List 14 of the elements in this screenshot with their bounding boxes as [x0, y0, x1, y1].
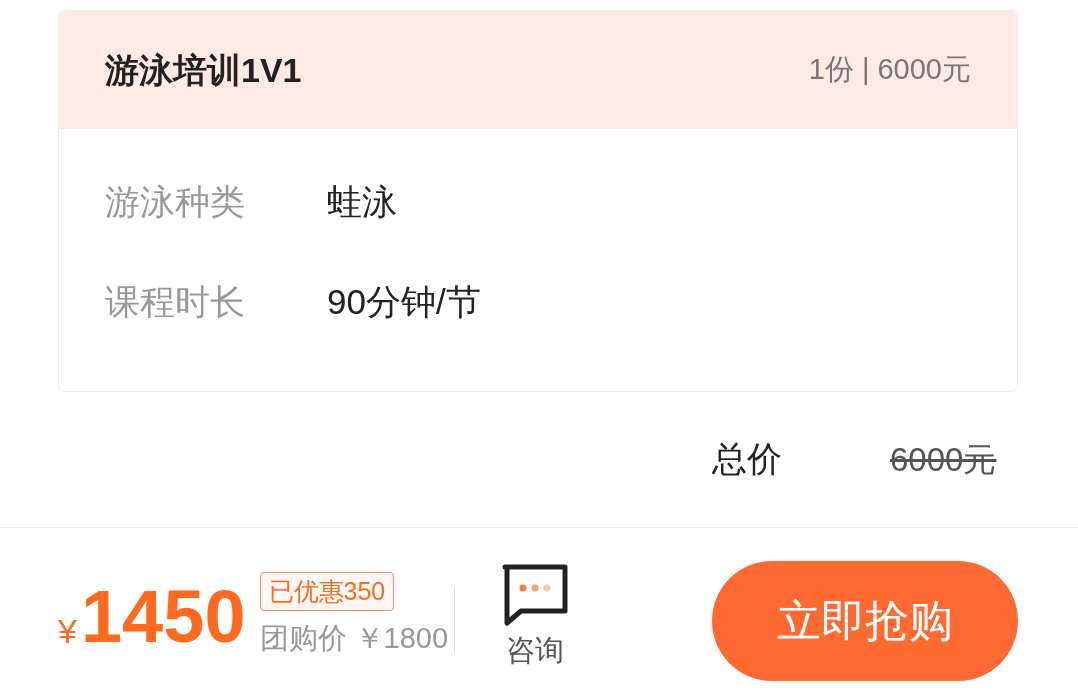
- sale-price: 1450: [80, 573, 246, 660]
- total-price: 6000元: [890, 439, 997, 480]
- attribute-value: 90分钟/节: [327, 280, 481, 323]
- attribute-label: 游泳种类: [105, 180, 246, 223]
- package-title: 游泳培训1V1: [105, 49, 302, 91]
- attribute-label: 课程时长: [105, 280, 246, 323]
- total-label: 总价: [712, 438, 783, 481]
- group-price: 团购价 ￥1800: [259, 621, 449, 656]
- chat-icon: [501, 563, 570, 628]
- discount-badge: 已优惠350: [259, 571, 395, 611]
- consult-button[interactable]: 咨询: [501, 563, 570, 673]
- currency-symbol: ¥: [58, 610, 77, 652]
- attribute-value: 蛙泳: [327, 180, 397, 223]
- package-summary: 1份 | 6000元: [808, 52, 971, 88]
